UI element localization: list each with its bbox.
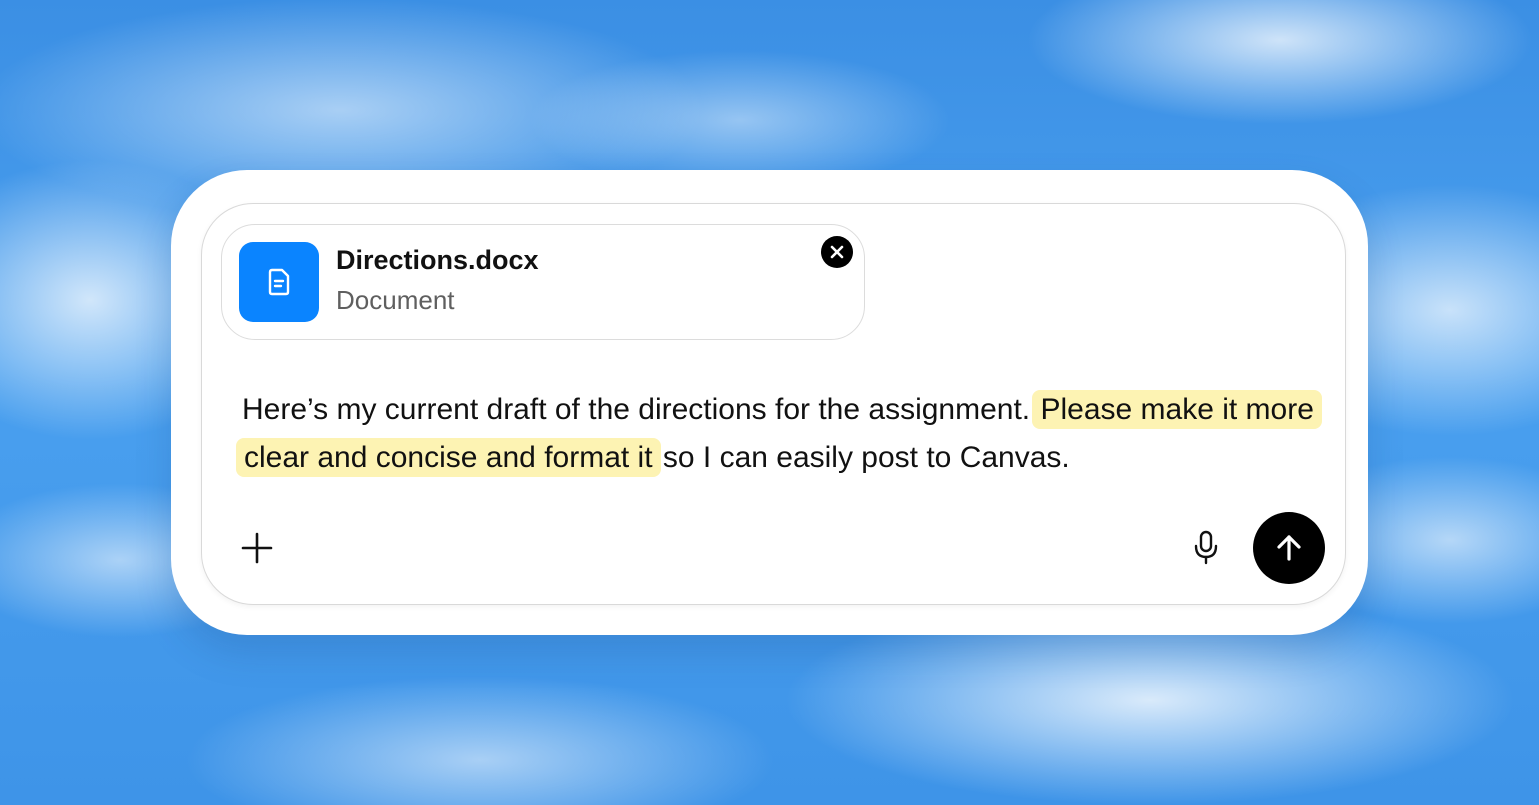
attachment-file-name: Directions.docx	[336, 245, 539, 275]
message-text: so I can easily post to Canvas.	[654, 441, 1070, 474]
microphone-icon	[1194, 530, 1218, 565]
arrow-up-icon	[1277, 535, 1301, 561]
message-input[interactable]: Here’s my current draft of the direction…	[236, 386, 1322, 482]
send-button[interactable]	[1253, 512, 1325, 584]
document-icon	[239, 242, 319, 322]
voice-input-button[interactable]	[1186, 528, 1226, 568]
message-text: Here’s my current draft of the direction…	[242, 393, 1039, 426]
attachment-file-type: Document	[336, 285, 455, 315]
remove-attachment-button[interactable]	[821, 236, 853, 268]
close-icon	[830, 245, 844, 259]
plus-icon	[241, 532, 273, 564]
add-button[interactable]	[237, 528, 277, 568]
